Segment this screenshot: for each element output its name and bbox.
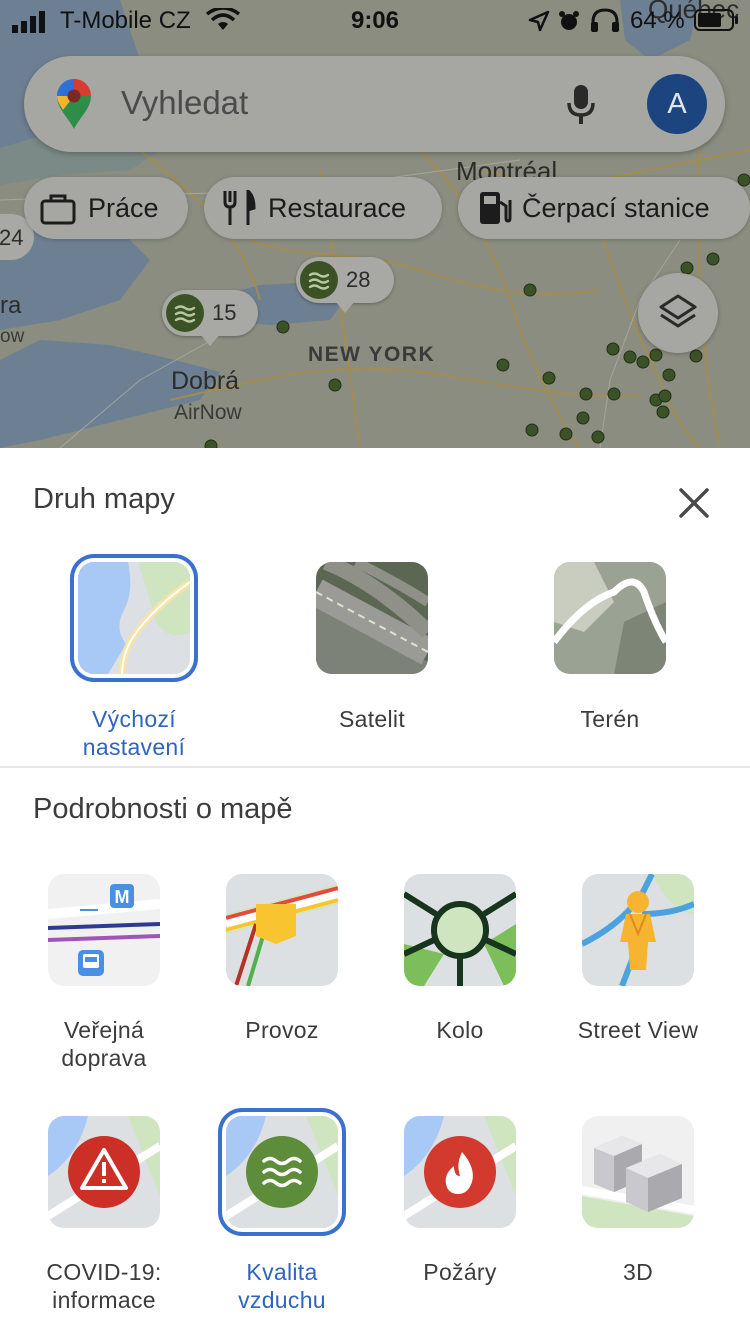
air-quality-thumbnail bbox=[226, 1116, 338, 1228]
detail-3d-label: 3D bbox=[538, 1258, 738, 1286]
air-quality-icon bbox=[166, 294, 204, 332]
location-arrow-icon bbox=[528, 10, 550, 32]
google-maps-pin-icon bbox=[57, 79, 91, 129]
detail-traffic-label: Provoz bbox=[182, 1016, 382, 1044]
layers-button[interactable] bbox=[638, 273, 718, 353]
transit-thumbnail: M bbox=[48, 874, 160, 986]
section-divider bbox=[0, 766, 750, 768]
detail-air-quality-label: Kvalita vzduchu bbox=[182, 1258, 382, 1314]
fork-knife-icon bbox=[223, 190, 256, 225]
pin-pointer bbox=[335, 301, 355, 313]
caption-line: Kolo bbox=[436, 1017, 484, 1043]
map-label-edge-ow: ow bbox=[0, 326, 25, 347]
caption-line: Street View bbox=[577, 1017, 699, 1043]
pin-pointer bbox=[200, 334, 220, 346]
search-bar[interactable]: Vyhledat A bbox=[24, 56, 725, 152]
street-view-thumbnail bbox=[582, 874, 694, 986]
map-label-airnow: AirNow bbox=[174, 401, 242, 424]
microphone-icon[interactable] bbox=[566, 84, 596, 126]
gas-pump-icon bbox=[480, 192, 512, 224]
aq-pin-partial-value: 24 bbox=[0, 225, 24, 250]
detail-wildfires-label: Požáry bbox=[360, 1258, 560, 1286]
layers-icon bbox=[659, 294, 697, 328]
caption-line: COVID-19: bbox=[46, 1259, 162, 1285]
account-avatar[interactable]: A bbox=[647, 74, 707, 134]
battery-percent: 64 % bbox=[630, 7, 685, 34]
map-label-edge-ra: ra bbox=[0, 292, 22, 319]
headphones-icon bbox=[591, 8, 619, 32]
caption-line: Výchozí bbox=[92, 706, 176, 732]
aq-pin-value: 28 bbox=[346, 267, 371, 292]
map-type-default-label: Výchozí nastavení bbox=[34, 705, 234, 761]
traffic-thumbnail bbox=[226, 874, 338, 986]
default-map-thumbnail bbox=[78, 562, 190, 674]
aq-pin[interactable]: 28 bbox=[296, 257, 394, 313]
caption-line: Požáry bbox=[423, 1259, 497, 1285]
detail-covid-info-label: COVID-19: informace bbox=[4, 1258, 204, 1314]
bike-thumbnail bbox=[404, 874, 516, 986]
caption-line: informace bbox=[52, 1287, 156, 1313]
chip-work[interactable]: Práce bbox=[24, 177, 188, 239]
chip-gas-stations[interactable]: Čerpací stanice bbox=[458, 177, 750, 239]
covid-thumbnail bbox=[48, 1116, 160, 1228]
air-quality-icon bbox=[300, 261, 338, 299]
map-details-title: Podrobnosti o mapě bbox=[33, 793, 293, 825]
map-type-title: Druh mapy bbox=[33, 483, 175, 515]
map-type-satellite-label: Satelit bbox=[338, 706, 406, 732]
caption-line: Veřejná bbox=[63, 1017, 145, 1043]
detail-public-transit-label: Veřejná doprava bbox=[4, 1016, 204, 1072]
aq-pin[interactable]: 15 bbox=[162, 290, 258, 346]
battery-icon bbox=[694, 9, 738, 31]
svg-text:M: M bbox=[115, 887, 130, 907]
close-button[interactable] bbox=[672, 481, 716, 525]
detail-street-view-label: Street View bbox=[538, 1016, 738, 1044]
aq-pin-value: 15 bbox=[212, 300, 237, 325]
close-icon bbox=[679, 488, 709, 518]
status-bar: T-Mobile CZ 9:06 64 % bbox=[0, 0, 750, 40]
caption-line: doprava bbox=[61, 1045, 147, 1071]
map-type-terrain-label: Terén bbox=[580, 706, 640, 732]
caption-line: Provoz bbox=[245, 1017, 319, 1043]
wildfires-thumbnail bbox=[404, 1116, 516, 1228]
map-label-new-york: NEW YORK bbox=[308, 343, 436, 366]
caption-line: 3D bbox=[622, 1259, 653, 1285]
caption-line: vzduchu bbox=[238, 1287, 326, 1313]
terrain-map-thumbnail bbox=[554, 562, 666, 674]
chip-gas-stations-label: Čerpací stanice bbox=[522, 193, 710, 223]
map-label-dobra: Dobrá bbox=[171, 367, 240, 395]
alarm-icon bbox=[559, 11, 579, 30]
caption-line: Kvalita bbox=[246, 1259, 318, 1285]
detail-bike-label: Kolo bbox=[360, 1016, 560, 1044]
chip-restaurants-label: Restaurace bbox=[268, 193, 407, 223]
caption-line: nastavení bbox=[82, 734, 186, 760]
3d-thumbnail bbox=[582, 1116, 694, 1228]
chip-work-label: Práce bbox=[88, 193, 159, 223]
map-view[interactable]: Québec Montréal NEW YORK Dobrá AirNow ra… bbox=[0, 0, 750, 448]
satellite-map-thumbnail bbox=[316, 562, 428, 674]
chip-restaurants[interactable]: Restaurace bbox=[204, 177, 442, 239]
search-placeholder: Vyhledat bbox=[121, 84, 249, 121]
briefcase-icon bbox=[40, 194, 76, 225]
